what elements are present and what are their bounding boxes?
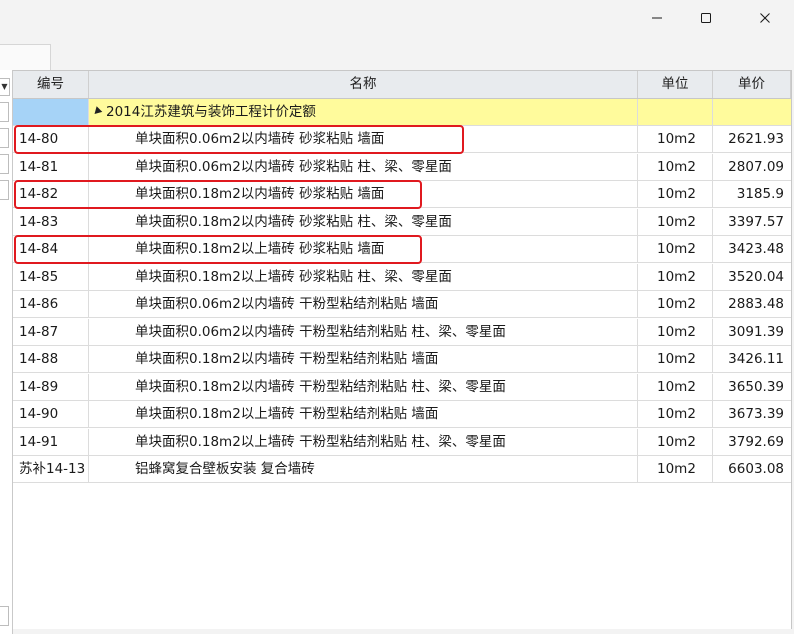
left-field[interactable]	[0, 154, 9, 174]
minimize-icon	[652, 17, 662, 19]
name-cell: 单块面积0.18m2以上墙砖 砂浆粘贴 柱、梁、零星面	[89, 264, 638, 290]
name-cell: 单块面积0.06m2以内墙砖 砂浆粘贴 柱、梁、零星面	[89, 154, 638, 180]
name-cell: 单块面积0.06m2以内墙砖 干粉型粘结剂粘贴 墙面	[89, 291, 638, 317]
table-row[interactable]: 14-85 单块面积0.18m2以上墙砖 砂浆粘贴 柱、梁、零星面 10m2 3520…	[13, 264, 791, 291]
column-header-name[interactable]: 名称	[89, 71, 638, 98]
name-cell: 铝蜂窝复合壁板安装 复合墙砖	[89, 456, 638, 482]
name-cell: 单块面积0.18m2以内墙砖 干粉型粘结剂粘贴 柱、梁、零星面	[89, 374, 638, 400]
chevron-down-icon[interactable]: ▼	[0, 78, 10, 96]
group-row[interactable]: 2014江苏建筑与装饰工程计价定额	[13, 99, 791, 126]
highlight-box	[14, 235, 422, 264]
price-cell: 3426.11	[728, 351, 784, 367]
price-cell: 3792.69	[728, 434, 784, 450]
unit-cell: 10m2	[638, 181, 713, 207]
quota-table: 编号 名称 单位 单价 2014江苏建筑与装饰工程计价定额 14-80 单块面积0…	[13, 70, 792, 629]
left-field[interactable]	[0, 128, 9, 148]
maximize-button[interactable]	[683, 0, 729, 36]
price-cell: 3091.39	[728, 324, 784, 340]
name-cell: 单块面积0.18m2以上墙砖 干粉型粘结剂粘贴 柱、梁、零星面	[89, 429, 638, 455]
table-row[interactable]: 14-86 单块面积0.06m2以内墙砖 干粉型粘结剂粘贴 墙面 10m2 2883.…	[13, 291, 791, 318]
name-cell: 单块面积0.18m2以上墙砖 干粉型粘结剂粘贴 墙面	[89, 401, 638, 427]
highlight-box	[14, 180, 422, 209]
price-cell: 3673.39	[728, 406, 784, 422]
table-row[interactable]: 14-91 单块面积0.18m2以上墙砖 干粉型粘结剂粘贴 柱、梁、零星面 10m2…	[13, 429, 791, 456]
minimize-button[interactable]	[634, 0, 680, 36]
price-cell: 2807.09	[728, 159, 784, 175]
unit-cell: 10m2	[638, 291, 713, 317]
code-cell: 14-83	[13, 209, 89, 235]
collapse-triangle-icon[interactable]	[91, 106, 103, 117]
group-unit-cell	[638, 99, 713, 125]
maximize-icon	[701, 13, 711, 23]
close-button[interactable]	[742, 0, 788, 36]
unit-cell: 10m2	[638, 236, 713, 262]
code-cell: 14-81	[13, 154, 89, 180]
column-header-price[interactable]: 单价	[713, 71, 791, 98]
left-field[interactable]	[0, 180, 9, 200]
price-cell: 6603.08	[728, 461, 784, 477]
unit-cell: 10m2	[638, 456, 713, 482]
price-cell: 2883.48	[728, 296, 784, 312]
price-cell: 3397.57	[728, 214, 784, 230]
price-cell: 3520.04	[728, 269, 784, 285]
code-cell: 14-88	[13, 346, 89, 372]
table-row[interactable]: 苏补14-13 铝蜂窝复合壁板安装 复合墙砖 10m2 6603.08	[13, 456, 791, 483]
left-field[interactable]	[0, 102, 9, 122]
name-cell: 单块面积0.06m2以内墙砖 干粉型粘结剂粘贴 柱、梁、零星面	[89, 319, 638, 345]
code-cell: 14-91	[13, 429, 89, 455]
group-name: 2014江苏建筑与装饰工程计价定额	[106, 104, 316, 120]
table-row[interactable]: 14-90 单块面积0.18m2以上墙砖 干粉型粘结剂粘贴 墙面 10m2 3673.…	[13, 401, 791, 428]
code-cell: 14-89	[13, 374, 89, 400]
group-code-cell	[13, 99, 89, 125]
code-cell: 苏补14-13	[13, 456, 89, 482]
table-row[interactable]: 14-88 单块面积0.18m2以内墙砖 干粉型粘结剂粘贴 墙面 10m2 3426.…	[13, 346, 791, 373]
code-cell: 14-87	[13, 319, 89, 345]
unit-cell: 10m2	[638, 319, 713, 345]
table-header: 编号 名称 单位 单价	[13, 71, 791, 99]
unit-cell: 10m2	[638, 346, 713, 372]
table-row[interactable]: 14-83 单块面积0.18m2以内墙砖 砂浆粘贴 柱、梁、零星面 10m2 3397…	[13, 209, 791, 236]
name-cell: 单块面积0.18m2以内墙砖 干粉型粘结剂粘贴 墙面	[89, 346, 638, 372]
close-icon	[760, 13, 770, 23]
table-row[interactable]: 14-89 单块面积0.18m2以内墙砖 干粉型粘结剂粘贴 柱、梁、零星面 10m2…	[13, 374, 791, 401]
unit-cell: 10m2	[638, 401, 713, 427]
code-cell: 14-86	[13, 291, 89, 317]
unit-cell: 10m2	[638, 126, 713, 152]
tab-strip[interactable]	[0, 44, 51, 72]
unit-cell: 10m2	[638, 429, 713, 455]
group-price-cell	[713, 99, 791, 125]
price-cell: 3423.48	[728, 241, 784, 257]
price-cell: 2621.93	[728, 131, 784, 147]
code-cell: 14-85	[13, 264, 89, 290]
left-panel: ▼	[0, 70, 13, 634]
code-cell: 14-90	[13, 401, 89, 427]
title-bar	[0, 0, 794, 36]
highlight-box	[14, 125, 464, 154]
table-row[interactable]: 14-87 单块面积0.06m2以内墙砖 干粉型粘结剂粘贴 柱、梁、零星面 10m2…	[13, 319, 791, 346]
column-header-unit[interactable]: 单位	[638, 71, 713, 98]
unit-cell: 10m2	[638, 374, 713, 400]
price-cell: 3185.9	[736, 186, 784, 202]
group-name-cell: 2014江苏建筑与装饰工程计价定额	[89, 99, 638, 125]
name-cell: 单块面积0.18m2以内墙砖 砂浆粘贴 柱、梁、零星面	[89, 209, 638, 235]
unit-cell: 10m2	[638, 209, 713, 235]
unit-cell: 10m2	[638, 154, 713, 180]
left-field[interactable]	[0, 606, 9, 626]
column-header-code[interactable]: 编号	[13, 71, 89, 98]
unit-cell: 10m2	[638, 264, 713, 290]
price-cell: 3650.39	[728, 379, 784, 395]
table-row[interactable]: 14-81 单块面积0.06m2以内墙砖 砂浆粘贴 柱、梁、零星面 10m2 2807…	[13, 154, 791, 181]
